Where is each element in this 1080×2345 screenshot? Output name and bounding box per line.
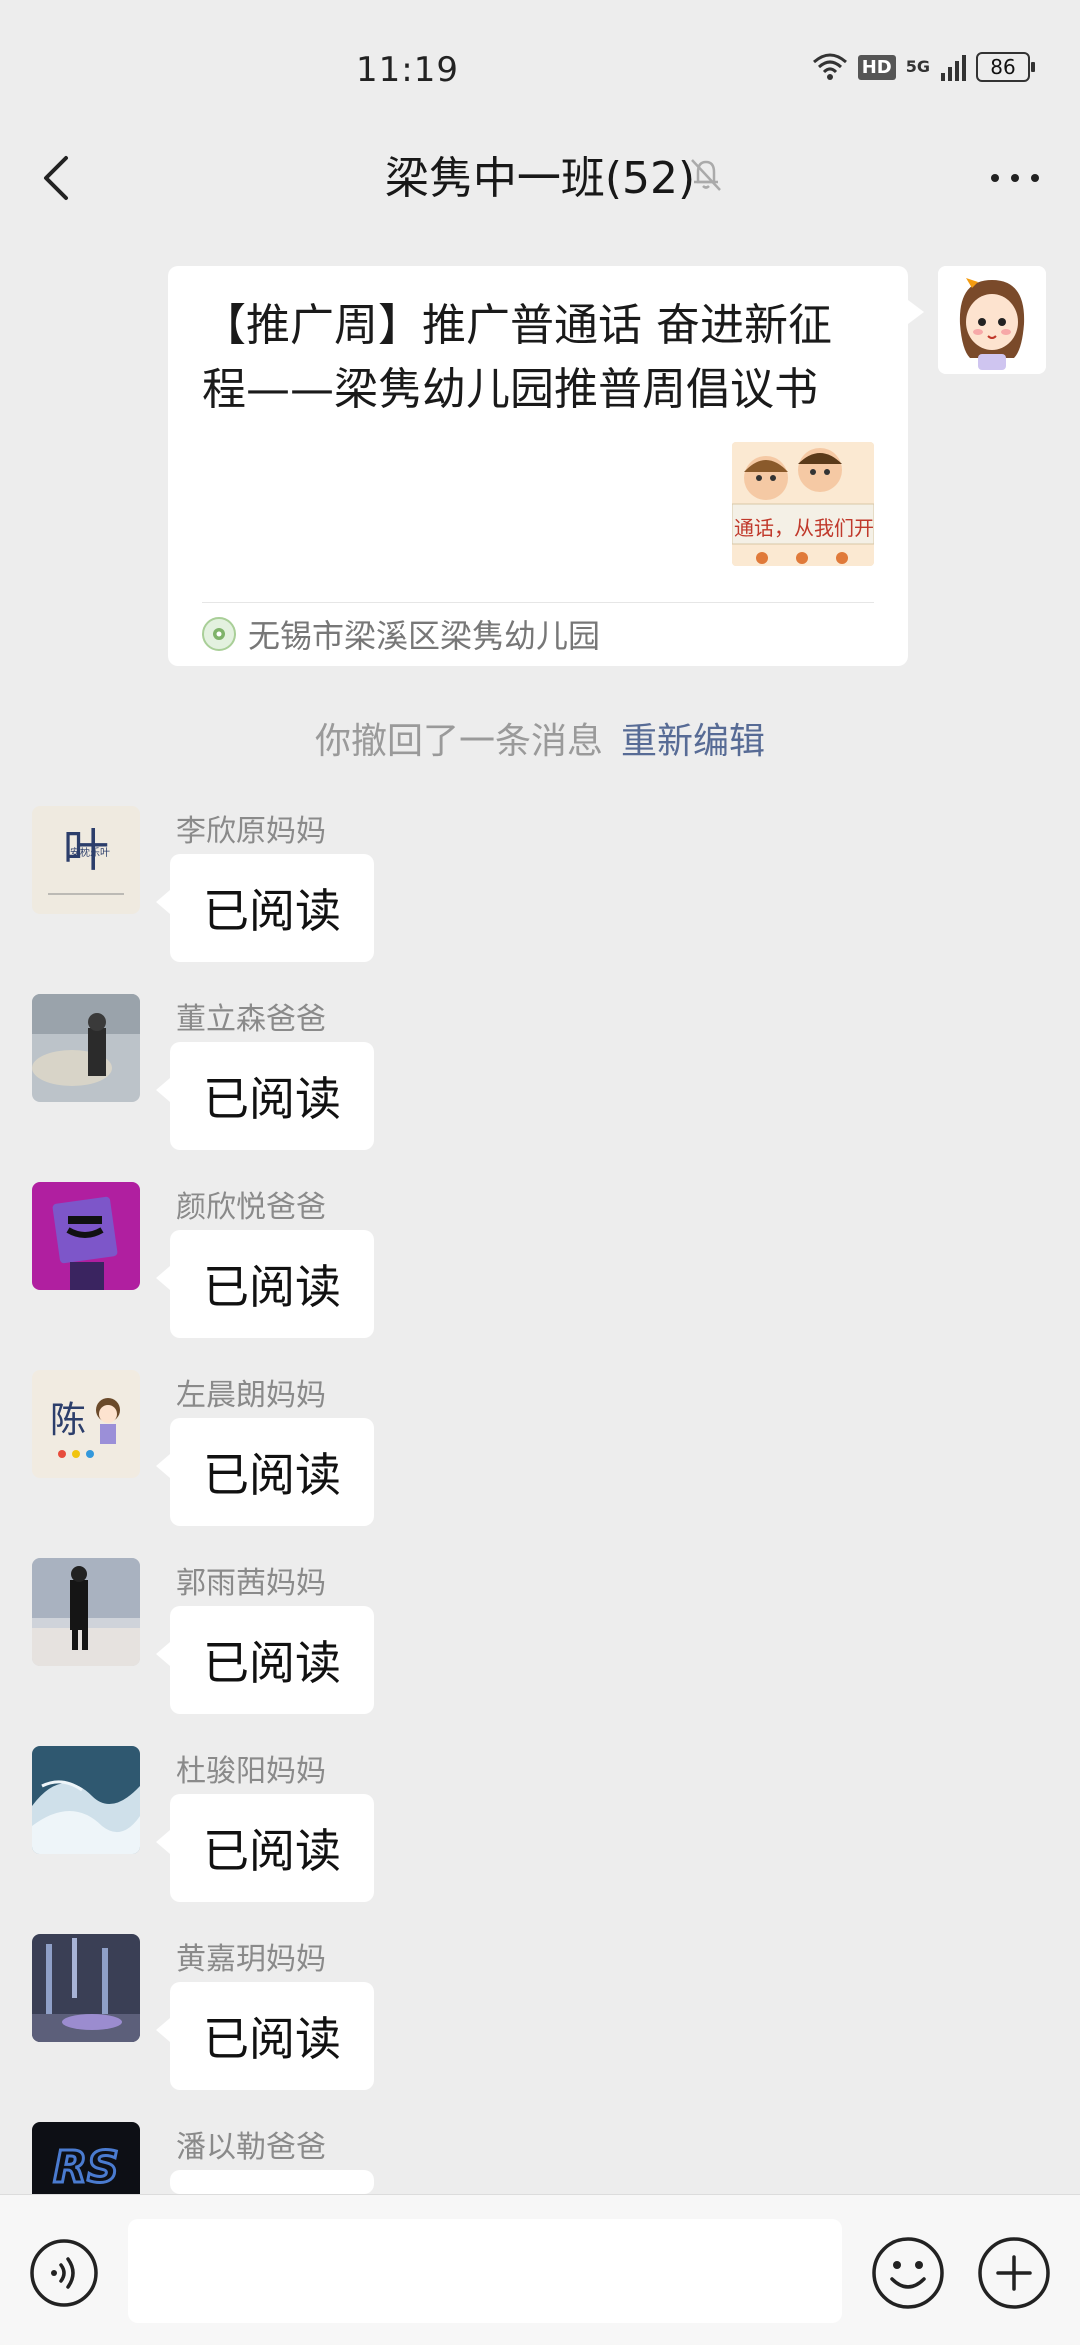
input-bar <box>0 2194 1080 2345</box>
status-time: 11:19 <box>356 50 459 90</box>
message-bubble[interactable]: 已阅读 <box>156 1606 374 1714</box>
network-badge: 5G <box>905 57 930 76</box>
sender-name: 郭雨茜妈妈 <box>176 1566 326 1601</box>
message-bubble[interactable]: 已阅读 <box>156 1042 374 1150</box>
message-row: 陈 左晨朗妈妈 已阅读 <box>0 1370 1080 1558</box>
avatar[interactable] <box>32 994 140 1102</box>
message-bubble[interactable]: 已阅读 <box>156 854 374 962</box>
wifi-icon <box>812 52 848 82</box>
plus-icon <box>978 2237 1050 2309</box>
more-button[interactable] <box>980 148 1050 208</box>
avatar-1-sub-text: 安枕乐叶 <box>70 846 110 859</box>
message-row: 杜骏阳妈妈 已阅读 <box>0 1746 1080 1934</box>
sender-name: 黄嘉玥妈妈 <box>176 1942 326 1977</box>
re-edit-link[interactable]: 重新编辑 <box>621 721 765 762</box>
card-thumbnail: 通话，从我们开 <box>732 442 874 566</box>
signal-icon <box>940 53 966 81</box>
more-dots-icon <box>991 174 1039 182</box>
avatar-8-text: RS <box>53 2142 119 2193</box>
status-bar: 11:19 HD 5G 86 <box>0 0 1080 140</box>
battery-icon: 86 <box>976 52 1035 82</box>
plus-button[interactable] <box>976 2235 1052 2311</box>
card-divider <box>202 602 874 603</box>
message-bubble[interactable]: 已阅读 <box>156 1982 374 2090</box>
message-row: 叶 安枕乐叶 李欣原妈妈 已阅读 <box>0 806 1080 994</box>
sender-name: 颜欣悦爸爸 <box>176 1190 326 1225</box>
shared-article-card[interactable]: 【推广周】推广普通话 奋进新征程——梁隽幼儿园推普周倡议书 通话，从我们开 无锡… <box>168 266 924 666</box>
avatar[interactable] <box>32 1934 140 2042</box>
message-bubble[interactable]: 已阅读 <box>156 1230 374 1338</box>
avatar[interactable]: 叶 安枕乐叶 <box>32 806 140 914</box>
kindergarten-logo-icon <box>202 617 236 651</box>
hd-badge: HD <box>857 54 896 80</box>
card-source-name: 无锡市梁溪区梁隽幼儿园 <box>248 617 601 655</box>
voice-icon <box>30 2239 98 2307</box>
message-row: 董立森爸爸 已阅读 <box>0 994 1080 1182</box>
sender-name: 李欣原妈妈 <box>176 814 326 849</box>
card-title: 【推广周】推广普通话 奋进新征程——梁隽幼儿园推普周倡议书 <box>202 300 832 415</box>
card-source: 无锡市梁溪区梁隽幼儿园 <box>202 614 601 655</box>
sender-name: 左晨朗妈妈 <box>176 1378 326 1413</box>
self-avatar[interactable] <box>938 266 1046 374</box>
chat-header: 梁隽中一班(52) <box>0 120 1080 235</box>
emoji-icon <box>872 2237 944 2309</box>
message-row: 颜欣悦爸爸 已阅读 <box>0 1182 1080 1370</box>
avatar-4-char-text: 陈 <box>50 1400 86 1441</box>
message-row: 黄嘉玥妈妈 已阅读 <box>0 1934 1080 2122</box>
card-thumb-text: 通话，从我们开 <box>734 516 874 540</box>
avatar[interactable] <box>32 1746 140 1854</box>
avatar[interactable] <box>32 1182 140 1290</box>
recall-notice: 你撤回了一条消息 重新编辑 <box>0 712 1080 764</box>
sender-name: 董立森爸爸 <box>176 1002 326 1037</box>
avatar[interactable]: 陈 <box>32 1370 140 1478</box>
recall-text: 你撤回了一条消息 <box>314 721 603 762</box>
message-bubble[interactable] <box>156 2170 374 2230</box>
battery-level: 86 <box>990 55 1016 79</box>
voice-button[interactable] <box>28 2237 100 2309</box>
sender-name: 潘以勒爸爸 <box>176 2130 326 2165</box>
mute-bell-icon <box>686 154 726 194</box>
sender-name: 杜骏阳妈妈 <box>176 1754 326 1789</box>
emoji-button[interactable] <box>870 2235 946 2311</box>
status-icons: HD 5G 86 <box>812 52 1035 82</box>
message-input[interactable] <box>128 2219 842 2323</box>
message-row: 郭雨茜妈妈 已阅读 <box>0 1558 1080 1746</box>
avatar[interactable] <box>32 1558 140 1666</box>
chat-title: 梁隽中一班(52) <box>384 153 696 204</box>
message-bubble[interactable]: 已阅读 <box>156 1418 374 1526</box>
message-bubble[interactable]: 已阅读 <box>156 1794 374 1902</box>
